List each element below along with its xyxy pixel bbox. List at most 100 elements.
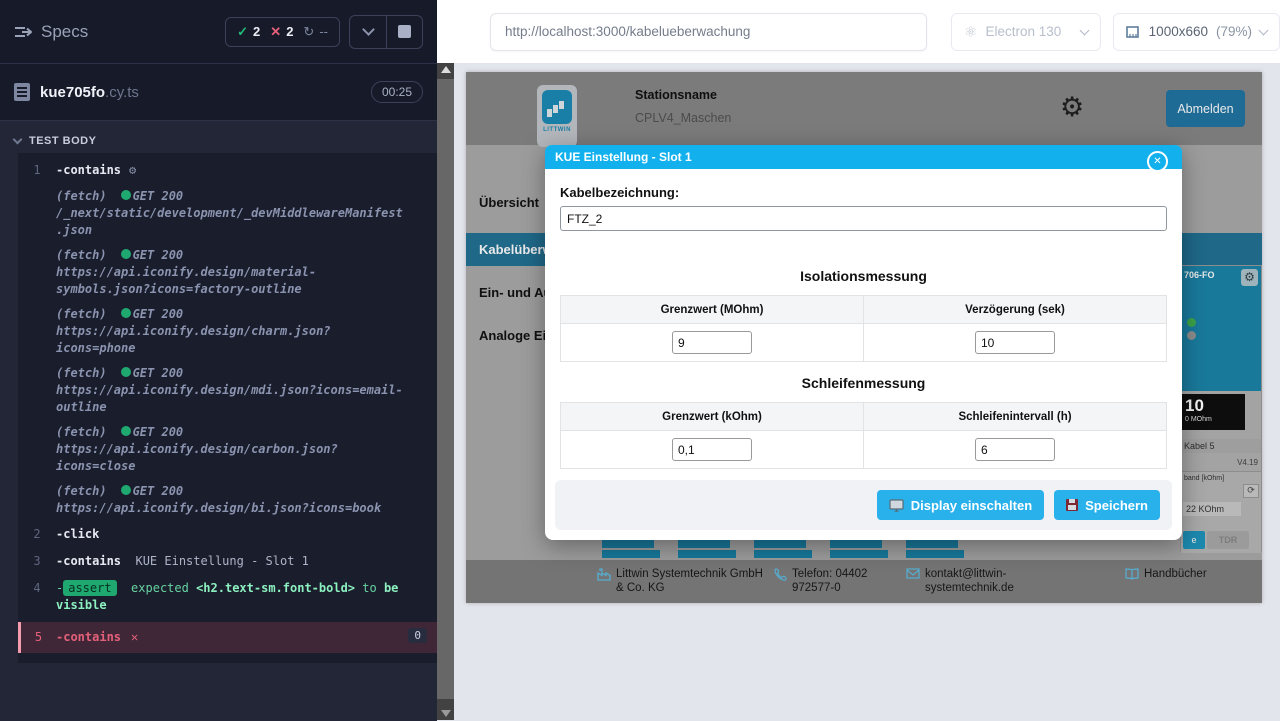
fetch-log-entry[interactable]: (fetch)GET 200https://api.iconify.design…: [18, 420, 437, 479]
settings-gear-icon[interactable]: ⚙: [1060, 92, 1084, 123]
slot-gear-icon: ⚙: [1241, 269, 1258, 286]
schleifenintervall-input[interactable]: [975, 438, 1055, 461]
company-logo: LITTWIN: [537, 85, 577, 147]
viewport-select[interactable]: 1000x660 (79%): [1113, 13, 1280, 51]
cable-name-input[interactable]: [560, 206, 1167, 231]
stat-passed: ✓ 2: [237, 24, 260, 40]
measurement-unit: 0 MOhm: [1185, 416, 1241, 423]
tdr-button: TDR: [1207, 531, 1249, 549]
col-verzoegerung-sek: Verzögerung (sek): [864, 296, 1167, 324]
nav-item-uebersicht[interactable]: Übersicht: [466, 195, 539, 210]
nav-item-ein-und-ausgaenge[interactable]: Ein- und Au: [466, 285, 551, 300]
fetch-label: (fetch): [56, 307, 107, 321]
status-green-dot: [1187, 318, 1196, 327]
phone-icon: [774, 568, 787, 581]
status-dot-icon: [121, 485, 131, 495]
test-stats: ✓ 2 ✕ 2 ↻ --: [225, 17, 340, 47]
fetch-url: https://api.iconify.design/mdi.json?icon…: [56, 383, 403, 414]
refresh-icon: ⟳: [1243, 484, 1259, 498]
fail-x-icon: ✕: [131, 630, 138, 644]
isolation-table: Grenzwert (MOhm) Verzögerung (sek): [560, 295, 1167, 362]
spec-row[interactable]: kue705fo .cy.ts 00:25: [0, 64, 437, 121]
reporter-scrollbar[interactable]: [437, 63, 454, 720]
fetch-log-entry[interactable]: (fetch)GET 200https://api.iconify.design…: [18, 361, 437, 420]
resistance-value: 22 KOhm: [1183, 502, 1241, 516]
fetch-log-entry[interactable]: (fetch)GET 200/_next/static/development/…: [18, 184, 437, 243]
command-contains-failed[interactable]: 5 -contains✕ 0: [18, 622, 437, 653]
fetch-label: (fetch): [56, 248, 107, 262]
command-click[interactable]: 2 -click: [18, 521, 437, 548]
command-argument: KUE Einstellung - Slot 1: [135, 554, 308, 568]
logout-button[interactable]: Abmelden: [1166, 90, 1245, 127]
spec-extension: .cy.ts: [105, 84, 139, 101]
failed-count: 2: [286, 24, 293, 39]
slot-card-bottom: [602, 539, 660, 558]
footer-phone: Telefon: 04402 972577-0: [774, 567, 896, 595]
fetch-log-entry[interactable]: (fetch)GET 200https://api.iconify.design…: [18, 479, 437, 521]
status-dot-icon: [121, 190, 131, 200]
factory-icon: [597, 568, 611, 581]
footer-company: Littwin Systemtechnik GmbH & Co. KG: [597, 567, 764, 595]
slot-card-bottom: [906, 539, 964, 558]
footer-manuals[interactable]: Handbücher: [1125, 567, 1207, 581]
modal-title: KUE Einstellung - Slot 1: [555, 150, 692, 164]
display-on-button[interactable]: Display einschalten: [877, 490, 1044, 520]
command-log: 1 -contains⚙ (fetch)GET 200/_next/static…: [18, 153, 437, 663]
fetch-url: /_next/static/development/_devMiddleware…: [56, 206, 403, 237]
chevron-down-icon: [1259, 25, 1269, 35]
floppy-disk-icon: [1066, 499, 1078, 511]
command-number: 4: [18, 580, 56, 595]
measurement-display: 10 0 MOhm: [1181, 394, 1245, 430]
runner-controls: [349, 15, 423, 49]
retry-count-badge: 0: [408, 628, 427, 643]
curve-button-partial: e: [1183, 531, 1205, 549]
nav-item-analoge-eingaenge[interactable]: Analoge Ei: [466, 328, 546, 343]
save-button[interactable]: Speichern: [1054, 490, 1160, 520]
gear-icon: ⚙: [129, 163, 136, 177]
pending-count: --: [319, 24, 328, 39]
fetch-status: GET 200: [133, 307, 184, 321]
command-assert[interactable]: 4 -assert expected <h2.text-sm.font-bold…: [18, 575, 437, 619]
fetch-url: https://api.iconify.design/material-symb…: [56, 265, 316, 296]
book-icon: [1125, 568, 1139, 580]
assert-text: to: [362, 581, 376, 595]
command-number: 3: [18, 553, 56, 568]
grenzwert-kohm-input[interactable]: [672, 438, 752, 461]
scroll-down-arrow-icon[interactable]: [441, 710, 451, 717]
command-contains-3[interactable]: 3 -contains KUE Einstellung - Slot 1: [18, 548, 437, 575]
cypress-reporter-panel: Specs ✓ 2 ✕ 2 ↻ --: [0, 0, 437, 720]
fetch-status: GET 200: [133, 189, 184, 203]
command-number: 1: [18, 162, 56, 177]
fetch-log-entry[interactable]: (fetch)GET 200https://api.iconify.design…: [18, 302, 437, 361]
stop-button[interactable]: [386, 16, 422, 48]
fetch-label: (fetch): [56, 366, 107, 380]
chevron-down-icon: [1079, 25, 1089, 35]
verzoegerung-sek-input[interactable]: [975, 331, 1055, 354]
test-body-header[interactable]: TEST BODY: [0, 129, 437, 153]
app-footer: Littwin Systemtechnik GmbH & Co. KG Tele…: [466, 560, 1262, 603]
url-input[interactable]: [490, 13, 927, 51]
fetch-url: https://api.iconify.design/bi.json?icons…: [56, 501, 381, 515]
footer-email[interactable]: kontakt@littwin-systemtechnik.de: [906, 567, 1025, 595]
slot-card-lower: band [kOhm] ⟳ 22 KOhm e TDR: [1181, 471, 1261, 553]
close-icon[interactable]: ✕: [1147, 151, 1168, 172]
browser-select[interactable]: ⚛ Electron 130: [951, 13, 1101, 51]
kabel-label: Kabel 5: [1181, 439, 1261, 453]
resistance-label: band [kOhm]: [1181, 472, 1261, 482]
status-dot-icon: [121, 367, 131, 377]
scrollbar-thumb[interactable]: [437, 79, 454, 699]
stat-pending: ↻ --: [303, 24, 328, 40]
monitor-icon: [889, 499, 904, 512]
scroll-up-arrow-icon[interactable]: [441, 66, 451, 73]
fail-icon: ✕: [270, 24, 281, 40]
slot-card-partial: 706-FO ⚙ 10 0 MOhm Kabel 5 V4.19 band [k…: [1180, 265, 1262, 552]
slot-card-bottom: [754, 539, 812, 558]
fetch-log-entry[interactable]: (fetch)GET 200https://api.iconify.design…: [18, 243, 437, 302]
assert-selector: <h2.text-sm.font-bold>: [196, 581, 355, 595]
collapse-button[interactable]: [350, 16, 386, 48]
assert-pill: assert: [63, 580, 116, 596]
passed-count: 2: [253, 24, 260, 39]
specs-menu[interactable]: Specs: [14, 22, 88, 42]
command-contains-1[interactable]: 1 -contains⚙: [18, 157, 437, 184]
grenzwert-mohm-input[interactable]: [672, 331, 752, 354]
